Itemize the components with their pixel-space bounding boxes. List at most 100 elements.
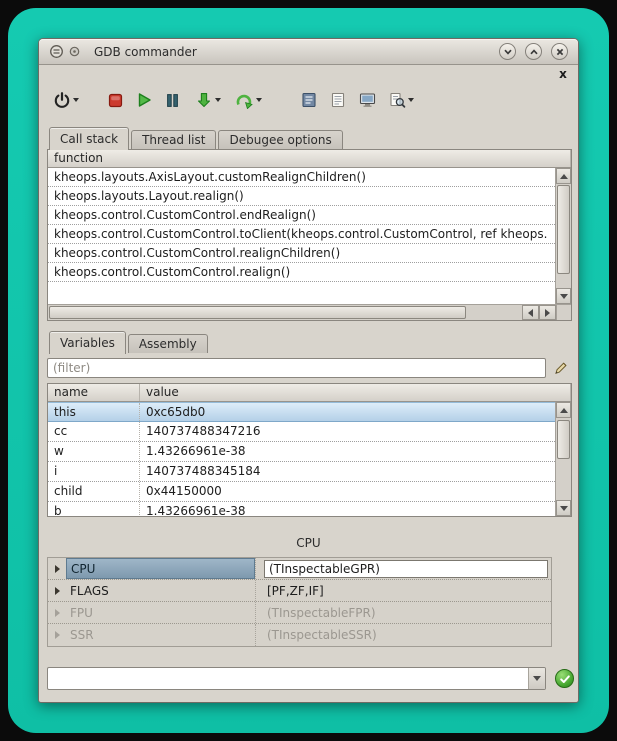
scroll-down-button[interactable] bbox=[556, 500, 571, 516]
play-icon bbox=[135, 91, 153, 109]
cpu-register-name[interactable]: SSR bbox=[66, 624, 255, 646]
variable-row[interactable]: i 140737488345184 bbox=[48, 462, 555, 482]
cpu-row-flags[interactable]: FLAGS [PF,ZF,IF] bbox=[48, 580, 551, 602]
combo-dropdown-button[interactable] bbox=[528, 668, 545, 689]
callstack-vertical-scrollbar[interactable] bbox=[555, 168, 571, 304]
close-button[interactable] bbox=[551, 43, 568, 60]
cpu-row-ssr[interactable]: SSR (TInspectableSSR) bbox=[48, 624, 551, 646]
column-header-value[interactable]: value bbox=[140, 384, 571, 401]
scroll-up-button[interactable] bbox=[556, 402, 571, 418]
variable-name: i bbox=[48, 462, 140, 481]
arrow-left-icon bbox=[528, 309, 533, 317]
cpu-register-name[interactable]: CPU bbox=[66, 558, 255, 579]
scroll-up-button[interactable] bbox=[556, 168, 571, 184]
tab-thread-list[interactable]: Thread list bbox=[131, 130, 216, 149]
variables-panel: name value this 0xc65db0 cc 140737488347… bbox=[47, 383, 572, 517]
variable-value: 0xc65db0 bbox=[140, 403, 555, 421]
titlebar[interactable]: GDB commander bbox=[39, 39, 578, 65]
dock-close-button[interactable]: x bbox=[556, 67, 570, 81]
document-view-button[interactable] bbox=[327, 89, 349, 111]
callstack-frame-row[interactable]: kheops.control.CustomControl.endRealign(… bbox=[48, 206, 555, 225]
cpu-value-editor[interactable]: (TInspectableGPR) bbox=[264, 560, 548, 578]
pen-icon bbox=[553, 360, 569, 376]
column-header-name[interactable]: name bbox=[48, 384, 140, 401]
scroll-left-button[interactable] bbox=[522, 305, 539, 320]
stop-button[interactable] bbox=[105, 90, 126, 111]
tab-assembly[interactable]: Assembly bbox=[128, 334, 208, 353]
tab-variables[interactable]: Variables bbox=[49, 331, 126, 354]
callstack-frame-row[interactable]: kheops.control.CustomControl.toClient(kh… bbox=[48, 225, 555, 244]
check-icon bbox=[559, 673, 571, 685]
step-over-button[interactable] bbox=[233, 89, 264, 111]
expand-arrow-icon[interactable] bbox=[48, 602, 66, 623]
callstack-frame-row[interactable]: kheops.layouts.Layout.realign() bbox=[48, 187, 555, 206]
scrollbar-track[interactable] bbox=[48, 305, 522, 320]
chevron-down-icon bbox=[408, 98, 414, 102]
monitor-view-button[interactable] bbox=[356, 89, 379, 111]
window-controls bbox=[499, 43, 568, 60]
column-header-function[interactable]: function bbox=[48, 150, 571, 167]
variable-row[interactable]: w 1.43266961e-38 bbox=[48, 442, 555, 462]
variable-name: child bbox=[48, 482, 140, 501]
chevron-down-icon bbox=[503, 47, 513, 57]
cpu-row-fpu[interactable]: FPU (TInspectableFPR) bbox=[48, 602, 551, 624]
scrollbar-corner bbox=[556, 305, 571, 320]
scrollbar-handle[interactable] bbox=[557, 420, 570, 459]
scroll-down-button[interactable] bbox=[556, 288, 571, 304]
pin-icon[interactable] bbox=[69, 46, 80, 57]
debug-toolbar bbox=[51, 83, 570, 117]
arrow-up-icon bbox=[560, 174, 568, 179]
scrollbar-handle[interactable] bbox=[49, 306, 466, 319]
variable-row-selected[interactable]: this 0xc65db0 bbox=[48, 402, 555, 422]
variable-row[interactable]: b 1.43266961e-38 bbox=[48, 502, 555, 516]
scrollbar-track[interactable] bbox=[556, 184, 571, 288]
cpu-group-title: CPU bbox=[39, 536, 578, 550]
variable-row[interactable]: cc 140737488347216 bbox=[48, 422, 555, 442]
execute-command-button[interactable] bbox=[555, 669, 574, 688]
command-input[interactable] bbox=[48, 668, 528, 689]
callstack-panel: function kheops.layouts.AxisLayout.custo… bbox=[47, 149, 572, 321]
tab-debugee-options[interactable]: Debugee options bbox=[218, 130, 342, 149]
callstack-frame-row[interactable]: kheops.layouts.AxisLayout.customRealignC… bbox=[48, 168, 555, 187]
maximize-button[interactable] bbox=[525, 43, 542, 60]
variables-header: name value bbox=[48, 384, 571, 402]
scrollbar-handle[interactable] bbox=[557, 185, 570, 274]
run-button[interactable] bbox=[133, 89, 155, 111]
command-combobox[interactable] bbox=[47, 667, 546, 690]
document-icon bbox=[329, 91, 347, 109]
callstack-header: function bbox=[48, 150, 571, 168]
notebook-view-button[interactable] bbox=[298, 89, 320, 111]
expand-arrow-icon[interactable] bbox=[48, 558, 66, 579]
scroll-right-button[interactable] bbox=[539, 305, 556, 320]
variable-name: b bbox=[48, 502, 140, 516]
pause-button[interactable] bbox=[162, 90, 183, 111]
callstack-frame-row[interactable]: kheops.control.CustomControl.realignChil… bbox=[48, 244, 555, 263]
expand-arrow-icon[interactable] bbox=[48, 624, 66, 646]
callstack-horizontal-scrollbar[interactable] bbox=[48, 304, 571, 320]
variables-filter-input[interactable] bbox=[47, 358, 546, 378]
cpu-row-cpu[interactable]: CPU (TInspectableGPR) bbox=[48, 558, 551, 580]
power-button[interactable] bbox=[51, 89, 81, 111]
variables-vertical-scrollbar[interactable] bbox=[555, 402, 571, 516]
filter-pen-button[interactable] bbox=[552, 359, 570, 377]
scrollbar-track[interactable] bbox=[556, 418, 571, 500]
variable-value: 140737488345184 bbox=[140, 462, 555, 481]
cpu-register-name[interactable]: FLAGS bbox=[66, 580, 255, 601]
cpu-register-value: [PF,ZF,IF] bbox=[255, 580, 551, 601]
variable-value: 140737488347216 bbox=[140, 422, 555, 441]
callstack-frame-row[interactable]: kheops.control.CustomControl.realign() bbox=[48, 263, 555, 282]
tab-call-stack[interactable]: Call stack bbox=[49, 127, 129, 150]
app-icon bbox=[49, 44, 64, 59]
curved-arrow-icon bbox=[235, 91, 254, 109]
variable-value: 1.43266961e-38 bbox=[140, 502, 555, 516]
document-search-button[interactable] bbox=[386, 89, 416, 111]
cpu-register-name[interactable]: FPU bbox=[66, 602, 255, 623]
variable-row[interactable]: child 0x44150000 bbox=[48, 482, 555, 502]
expand-arrow-icon[interactable] bbox=[48, 580, 66, 601]
step-into-button[interactable] bbox=[193, 89, 223, 111]
monitor-icon bbox=[358, 91, 377, 109]
callstack-tabbar: Call stack Thread list Debugee options bbox=[47, 125, 570, 149]
variable-value: 0x44150000 bbox=[140, 482, 555, 501]
minimize-button[interactable] bbox=[499, 43, 516, 60]
power-icon bbox=[53, 91, 71, 109]
